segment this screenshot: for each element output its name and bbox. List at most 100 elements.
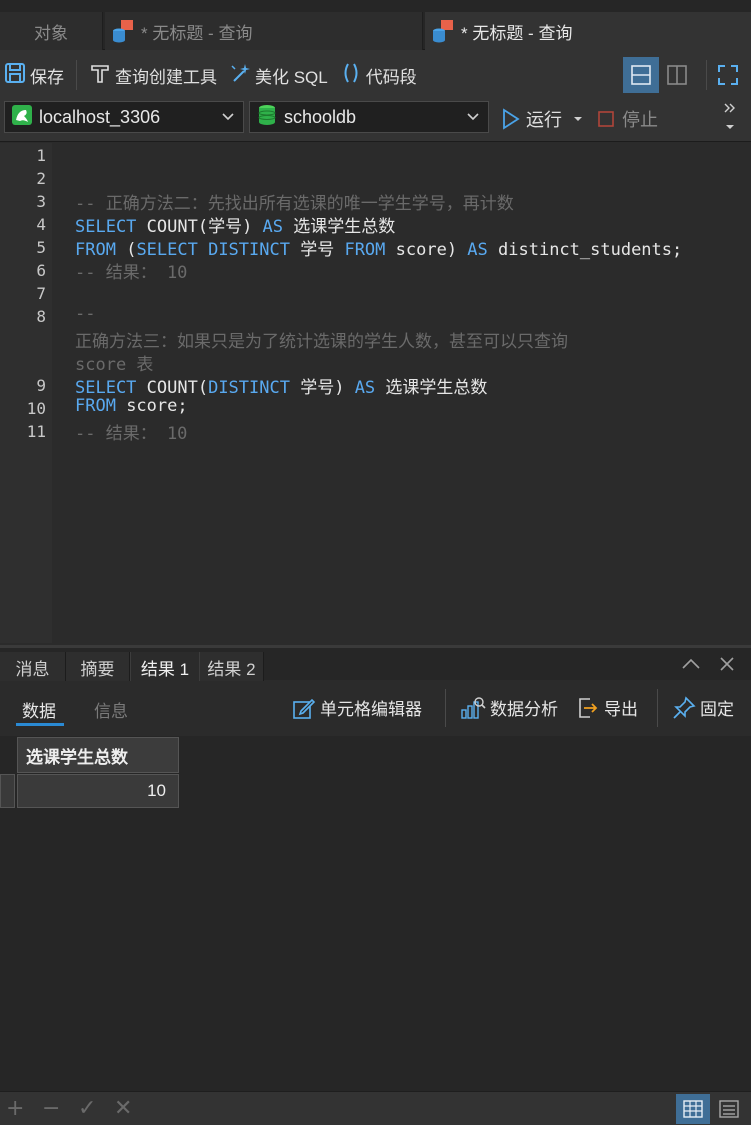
magic-wand-icon (229, 62, 251, 89)
code-line-8a: -- (75, 304, 96, 324)
query-icon (431, 19, 455, 43)
line-number: 4 (36, 215, 46, 234)
sql-editor[interactable]: 1 2 3 4 5 6 7 8 9 10 11 -- 正确方法二：先找出所有选课… (0, 143, 751, 643)
code-line-5: FROM (SELECT DISTINCT 学号 FROM score) AS … (75, 235, 682, 260)
sql-keyword: FROM (75, 396, 116, 416)
code-line-8b: 正确方法三：如果只是为了统计选课的学生人数，甚至可以只查询 (75, 332, 568, 352)
sql-text: COUNT(学号) (136, 217, 263, 237)
beautify-sql-button[interactable]: 美化 SQL (223, 55, 334, 95)
save-icon (4, 62, 26, 89)
line-number: 5 (36, 238, 46, 257)
pin-label: 固定 (700, 700, 734, 719)
delete-record-button[interactable]: − (42, 1098, 60, 1120)
run-button[interactable]: 运行 (502, 106, 584, 132)
tab-query-1-label: * 无标题 - 查询 (141, 23, 253, 43)
caret-down-icon (726, 125, 734, 129)
subtab-data[interactable]: 数据 (16, 697, 64, 726)
tab-messages[interactable]: 消息 (0, 652, 66, 682)
toolbar-divider (445, 689, 446, 727)
line-number: 2 (36, 169, 46, 188)
tab-objects[interactable]: 对象 (0, 12, 103, 50)
form-view-icon (719, 1100, 739, 1118)
stop-button[interactable]: 停止 (598, 106, 658, 132)
database-select[interactable]: schooldb (249, 101, 489, 133)
discard-changes-button[interactable]: ✕ (114, 1098, 132, 1120)
sql-text: 选课学生总数 (375, 378, 488, 398)
tab-objects-label: 对象 (34, 23, 68, 43)
apply-changes-button[interactable]: ✓ (78, 1098, 96, 1120)
fullscreen-button[interactable] (710, 57, 746, 93)
line-number: 1 (36, 146, 46, 165)
connection-name: localhost_3306 (39, 106, 161, 127)
line-number: 11 (26, 422, 46, 441)
connection-select[interactable]: localhost_3306 (4, 101, 244, 133)
tab-query-1[interactable]: * 无标题 - 查询 (105, 12, 423, 50)
tab-summary[interactable]: 摘要 (66, 652, 130, 682)
data-analysis-button[interactable]: 数据分析 (460, 695, 558, 720)
line-number: 10 (26, 399, 46, 418)
add-record-button[interactable]: + (6, 1098, 24, 1120)
tab-query-2-label: * 无标题 - 查询 (461, 23, 573, 43)
close-icon (720, 657, 734, 671)
split-horizontal-icon (631, 65, 651, 85)
data-analysis-label: 数据分析 (490, 700, 558, 719)
code-line-8c: score 表 (75, 355, 154, 375)
pin-button[interactable]: 固定 (672, 695, 734, 720)
grid-view-button[interactable] (676, 1094, 710, 1124)
play-icon (503, 108, 520, 130)
sql-keyword: AS (262, 217, 284, 237)
column-header[interactable]: 选课学生总数 (17, 737, 179, 773)
collapse-panel-button[interactable] (680, 654, 702, 679)
sql-keyword: FROM (344, 240, 386, 260)
code-line-10: FROM score; (75, 396, 188, 416)
analysis-chart-icon (461, 696, 486, 719)
stop-icon (598, 111, 614, 127)
result-grid[interactable]: 选课学生总数 10 (0, 736, 751, 1091)
document-tab-bar: 对象 * 无标题 - 查询 * 无标题 - 查询 (0, 0, 751, 50)
sql-text: 选课学生总数 (283, 217, 396, 237)
chevron-up-icon (682, 658, 700, 669)
tab-query-2[interactable]: * 无标题 - 查询 (425, 12, 751, 50)
sql-text: COUNT( (136, 378, 209, 398)
sql-keyword: SELECT (75, 378, 137, 398)
split-horizontal-button[interactable] (623, 57, 659, 93)
save-button[interactable]: 保存 (0, 55, 70, 95)
tab-result-2[interactable]: 结果 2 (200, 652, 264, 682)
form-view-button[interactable] (712, 1094, 746, 1124)
tab-result-1[interactable]: 结果 1 (130, 652, 200, 682)
result-toolbar: 数据 信息 单元格编辑器 数据分析 导出 固定 (0, 681, 751, 736)
query-icon (111, 19, 135, 43)
line-number: 6 (36, 261, 46, 280)
sql-keyword: AS (467, 240, 488, 260)
export-button[interactable]: 导出 (576, 695, 638, 720)
active-underline (16, 723, 64, 726)
toolbar-overflow-button[interactable] (722, 100, 738, 136)
sql-keyword: AS (354, 378, 376, 398)
row-selector[interactable] (0, 774, 15, 808)
cell-editor-button[interactable]: 单元格编辑器 (292, 695, 422, 720)
sql-keyword: SELECT (75, 217, 137, 237)
beautify-sql-label: 美化 SQL (255, 67, 328, 87)
pin-icon (673, 695, 696, 719)
grid-cell[interactable]: 10 (17, 774, 179, 808)
query-builder-label: 查询创建工具 (115, 67, 217, 87)
export-label: 导出 (604, 700, 638, 719)
code-line-11: -- 结果： 10 (75, 424, 188, 444)
split-vertical-icon (667, 65, 687, 85)
database-name: schooldb (284, 106, 357, 127)
code-line-4: SELECT COUNT(学号) AS 选课学生总数 (75, 212, 395, 237)
export-icon (579, 697, 598, 718)
split-vertical-button[interactable] (659, 57, 695, 93)
save-label: 保存 (30, 67, 64, 87)
toolbar-divider (657, 689, 658, 727)
subtab-info[interactable]: 信息 (94, 697, 128, 722)
code-snippet-label: 代码段 (365, 67, 417, 87)
sql-keyword: DISTINCT (208, 378, 290, 398)
code-snippet-button[interactable]: 代码段 (334, 55, 423, 95)
cell-editor-label: 单元格编辑器 (320, 700, 422, 719)
caret-down-icon[interactable] (572, 113, 584, 125)
query-builder-button[interactable]: 查询创建工具 (83, 55, 223, 95)
fullscreen-icon (718, 65, 738, 85)
chevron-down-icon (466, 108, 480, 131)
close-panel-button[interactable] (717, 654, 737, 679)
